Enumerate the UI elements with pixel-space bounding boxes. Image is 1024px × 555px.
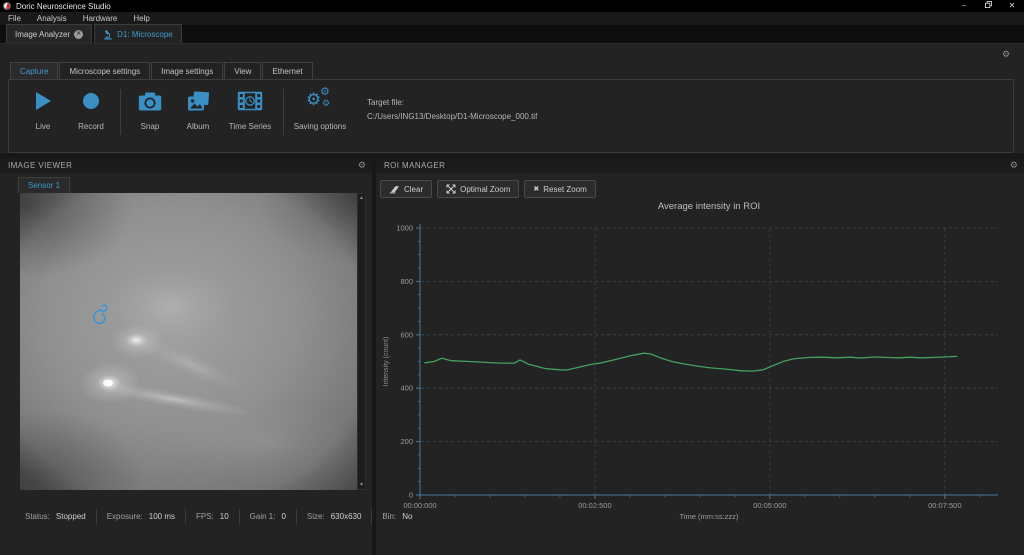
microscope-image[interactable] — [20, 193, 357, 490]
image-viewer-header: IMAGE VIEWER ⚙ — [0, 158, 372, 173]
tab-d1-microscope[interactable]: D1: Microscope — [94, 24, 182, 43]
tab-ethernet[interactable]: Ethernet — [262, 62, 312, 80]
tab-microscope-settings[interactable]: Microscope settings — [59, 62, 150, 80]
window-controls: – ✕ — [952, 0, 1024, 12]
scroll-up-icon[interactable]: ▲ — [359, 194, 364, 202]
eraser-icon — [389, 184, 400, 194]
app-logo-icon — [3, 2, 11, 10]
svg-text:Time (mm:ss:zzz): Time (mm:ss:zzz) — [680, 512, 739, 521]
svg-text:200: 200 — [400, 437, 413, 446]
sensor-1-label: Sensor 1 — [28, 181, 60, 190]
gears-icon: ⚙ ⚙ ⚙ — [306, 89, 334, 113]
toolbar-divider — [120, 89, 121, 135]
tab-image-settings[interactable]: Image settings — [151, 62, 223, 80]
photos-icon — [187, 89, 210, 113]
restore-icon — [985, 1, 992, 8]
target-file-path: C:/Users/ING13/Desktop/D1-Microscope_000… — [367, 110, 537, 124]
roi-manager-gear-icon[interactable]: ⚙ — [1010, 161, 1024, 170]
snap-label: Snap — [141, 122, 160, 131]
image-scrollbar[interactable]: ▲ ▼ — [357, 193, 366, 490]
live-label: Live — [36, 122, 51, 131]
time-series-label: Time Series — [229, 122, 271, 131]
tab-close-icon[interactable]: ✕ — [74, 30, 83, 39]
album-button[interactable]: Album — [174, 89, 222, 131]
svg-text:00:02:500: 00:02:500 — [578, 501, 611, 510]
roi-intensity-chart[interactable]: 00:00:000 00:02:500 00:05:000 00:07:500 0 200… — [376, 194, 1024, 555]
x-mark-icon: ✖ — [533, 186, 539, 193]
saving-options-label: Saving options — [294, 122, 346, 131]
tab-capture[interactable]: Capture — [10, 62, 58, 80]
svg-text:600: 600 — [400, 330, 413, 339]
size-segment: Size:630x630 — [297, 509, 373, 524]
exposure-segment: Exposure:100 ms — [97, 509, 186, 524]
record-button[interactable]: Record — [67, 89, 115, 131]
snap-button[interactable]: Snap — [126, 89, 174, 131]
record-label: Record — [78, 122, 104, 131]
target-file-block: Target file: C:/Users/ING13/Desktop/D1-M… — [367, 89, 537, 124]
album-label: Album — [187, 122, 210, 131]
camera-icon — [138, 89, 162, 113]
svg-text:800: 800 — [400, 277, 413, 286]
status-segment: Status:Stopped — [18, 509, 97, 524]
capture-panel-gear-icon[interactable]: ⚙ — [1002, 50, 1010, 59]
restore-button[interactable] — [976, 0, 1000, 12]
svg-text:0: 0 — [409, 491, 413, 500]
document-tab-bar: Image Analyzer ✕ D1: Microscope — [0, 25, 1024, 44]
gain-segment: Gain 1:0 — [240, 509, 297, 524]
optimal-zoom-label: Optimal Zoom — [460, 185, 510, 194]
roi-manager-title: ROI MANAGER — [376, 161, 445, 170]
minimize-button[interactable]: – — [952, 0, 976, 12]
play-icon — [34, 89, 52, 113]
microscope-icon — [103, 29, 113, 40]
capture-status-bar: Status:Stopped Exposure:100 ms FPS:10 Ga… — [18, 506, 422, 526]
expand-arrows-icon — [446, 184, 456, 194]
tab-image-analyzer-label: Image Analyzer — [15, 30, 70, 39]
svg-text:Intensity (count): Intensity (count) — [383, 337, 390, 387]
svg-text:Average intensity in ROI: Average intensity in ROI — [658, 201, 760, 212]
time-series-button[interactable]: Time Series — [222, 89, 278, 131]
record-circle-icon — [82, 89, 100, 113]
title-bar: Doric Neuroscience Studio – ✕ — [0, 0, 1024, 12]
tab-image-analyzer[interactable]: Image Analyzer ✕ — [6, 24, 92, 43]
app-window: Doric Neuroscience Studio – ✕ File Analy… — [0, 0, 1024, 555]
scroll-down-icon[interactable]: ▼ — [359, 481, 364, 489]
svg-text:400: 400 — [400, 384, 413, 393]
image-viewer-gear-icon[interactable]: ⚙ — [358, 161, 372, 170]
target-file-label: Target file: — [367, 96, 537, 110]
image-viewer-title: IMAGE VIEWER — [0, 161, 72, 170]
tab-view[interactable]: View — [224, 62, 261, 80]
tab-d1-microscope-label: D1: Microscope — [117, 30, 173, 39]
svg-text:00:05:000: 00:05:000 — [753, 501, 786, 510]
roi-manager-header: ROI MANAGER ⚙ — [376, 158, 1024, 173]
toolbar-divider — [283, 89, 284, 135]
saving-options-button[interactable]: ⚙ ⚙ ⚙ Saving options — [289, 89, 351, 131]
svg-text:00:00:000: 00:00:000 — [403, 501, 436, 510]
clear-label: Clear — [404, 185, 423, 194]
film-clock-icon — [237, 89, 263, 113]
capture-tab-bar: Capture Microscope settings Image settin… — [10, 62, 314, 80]
live-button[interactable]: Live — [19, 89, 67, 131]
close-button[interactable]: ✕ — [1000, 0, 1024, 12]
svg-text:1000: 1000 — [396, 224, 413, 233]
svg-text:00:07:500: 00:07:500 — [928, 501, 961, 510]
capture-toolbar: Live Record Snap — [8, 79, 1014, 153]
window-title: Doric Neuroscience Studio — [16, 2, 111, 11]
tab-sensor-1[interactable]: Sensor 1 — [18, 177, 70, 193]
fps-segment: FPS:10 — [186, 509, 240, 524]
reset-zoom-label: Reset Zoom — [543, 185, 587, 194]
